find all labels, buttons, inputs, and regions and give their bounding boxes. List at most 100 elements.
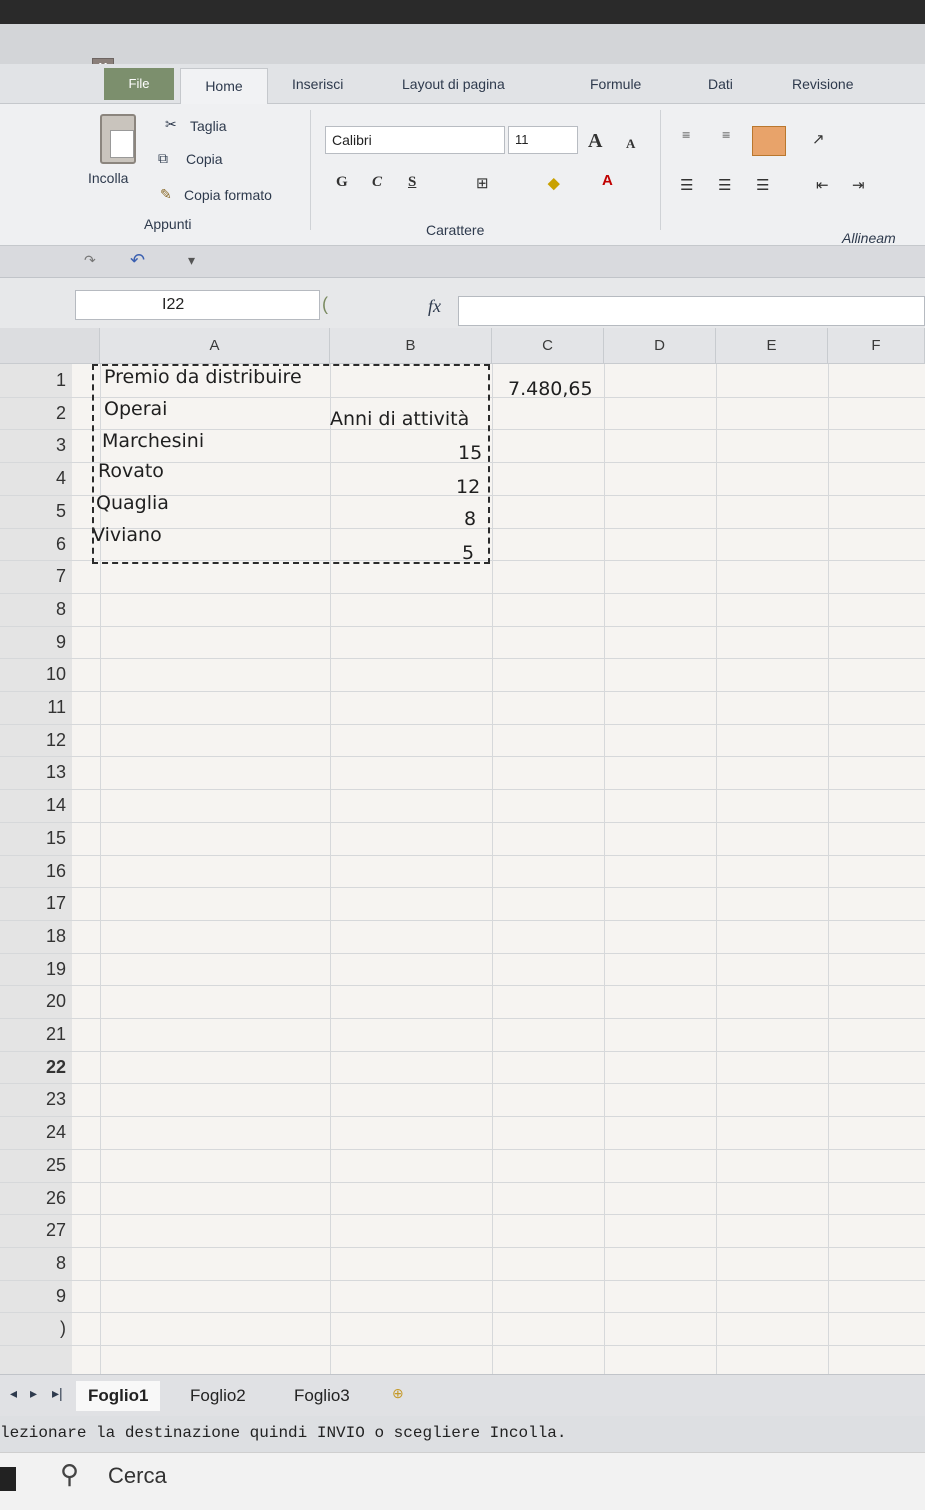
row-header[interactable]: 18 [0, 926, 72, 947]
scroll-prev-sheet-icon[interactable]: ◂ [10, 1385, 17, 1402]
row-header[interactable]: 8 [0, 1253, 72, 1274]
underline-button[interactable]: S [408, 174, 416, 191]
sheet-tab-foglio3[interactable]: Foglio3 [282, 1381, 362, 1411]
cancel-formula-icon[interactable]: ( [322, 294, 328, 315]
align-bottom-icon[interactable] [752, 126, 786, 156]
row-header[interactable]: 20 [0, 991, 72, 1012]
sheet-tab-foglio2[interactable]: Foglio2 [178, 1381, 258, 1411]
row-header[interactable]: 9 [0, 632, 72, 653]
row-header[interactable]: 12 [0, 730, 72, 751]
row-header[interactable]: 1 [0, 370, 72, 391]
insert-function-icon[interactable]: fx [428, 296, 441, 317]
alignment-group-label: Allineam [842, 230, 896, 246]
cut-icon[interactable]: ✂ [165, 116, 177, 133]
select-all-corner[interactable] [0, 328, 100, 364]
row-header[interactable]: ) [0, 1318, 72, 1339]
row-header[interactable]: 4 [0, 468, 72, 489]
row-header[interactable]: 19 [0, 959, 72, 980]
taskbar-search[interactable]: Cerca [108, 1463, 167, 1489]
row-header[interactable]: 16 [0, 861, 72, 882]
tab-dati[interactable]: Dati [708, 76, 733, 92]
name-box[interactable]: I22 [75, 290, 320, 320]
row-header[interactable]: 24 [0, 1122, 72, 1143]
excel-window: X File Home Inserisci Layout di pagina F… [0, 0, 925, 1510]
font-size-select[interactable]: 11 [508, 126, 578, 154]
column-header-a[interactable]: A [100, 328, 330, 364]
column-header-b[interactable]: B [330, 328, 492, 364]
redo-icon[interactable]: ↷ [84, 252, 96, 269]
tab-formule[interactable]: Formule [590, 76, 641, 92]
insert-sheet-icon[interactable]: ⊕ [392, 1385, 404, 1402]
column-header-c[interactable]: C [492, 328, 604, 364]
paste-icon[interactable] [100, 114, 136, 164]
format-painter-button[interactable]: Copia formato [184, 187, 272, 203]
scroll-last-sheet-icon[interactable]: ▸| [52, 1385, 63, 1402]
decrease-indent-icon[interactable]: ⇤ [816, 176, 829, 195]
fill-color-icon[interactable]: ◆ [548, 174, 560, 193]
align-left-icon[interactable]: ☰ [680, 176, 693, 195]
start-icon[interactable] [0, 1467, 16, 1491]
font-name-select[interactable]: Calibri [325, 126, 505, 154]
sheet-tab-foglio1[interactable]: Foglio1 [76, 1381, 161, 1411]
row-header[interactable]: 6 [0, 534, 72, 555]
row-gridline [0, 952, 925, 954]
orientation-icon[interactable]: ↗ [812, 130, 825, 149]
copy-button[interactable]: Copia [186, 151, 223, 167]
tab-revisione[interactable]: Revisione [792, 76, 853, 92]
align-top-icon[interactable]: ≡ [682, 128, 690, 145]
align-center-icon[interactable]: ☰ [718, 176, 731, 195]
borders-icon[interactable]: ⊞ [476, 174, 489, 193]
group-divider [660, 110, 661, 230]
copy-icon[interactable]: ⧉ [158, 150, 168, 167]
tab-file[interactable]: File [104, 68, 174, 100]
increase-indent-icon[interactable]: ⇥ [852, 176, 865, 195]
row-header[interactable]: 13 [0, 762, 72, 783]
formula-input[interactable] [458, 296, 925, 326]
row-header[interactable]: 27 [0, 1220, 72, 1241]
scroll-next-sheet-icon[interactable]: ▸ [30, 1385, 37, 1402]
column-header-d[interactable]: D [604, 328, 716, 364]
column-header-e[interactable]: E [716, 328, 828, 364]
row-header[interactable]: 21 [0, 1024, 72, 1045]
search-icon[interactable]: ⚲ [60, 1459, 79, 1490]
cell-c1[interactable]: 7.480,65 [508, 378, 593, 400]
row-gridline [0, 1312, 925, 1314]
row-header[interactable]: 2 [0, 403, 72, 424]
row-gridline [0, 1345, 925, 1346]
align-middle-icon[interactable]: ≡ [722, 128, 730, 145]
grow-font-icon[interactable]: A [588, 130, 602, 153]
row-header[interactable]: 23 [0, 1089, 72, 1110]
undo-icon[interactable]: ↶ [130, 250, 145, 271]
ribbon-tabs: File Home Inserisci Layout di pagina For… [0, 64, 925, 105]
tab-inserisci[interactable]: Inserisci [292, 76, 343, 92]
row-header[interactable]: 8 [0, 599, 72, 620]
column-header-f[interactable]: F [828, 328, 925, 364]
shrink-font-icon[interactable]: A [626, 136, 635, 152]
cut-button[interactable]: Taglia [190, 118, 227, 134]
row-header[interactable]: 7 [0, 566, 72, 587]
row-header[interactable]: 25 [0, 1155, 72, 1176]
row-header[interactable]: 11 [0, 697, 72, 718]
group-divider [310, 110, 311, 230]
customize-toolbar-icon[interactable]: ▾ [188, 252, 195, 269]
row-gridline [0, 1050, 925, 1052]
row-header[interactable]: 5 [0, 501, 72, 522]
row-header[interactable]: 17 [0, 893, 72, 914]
row-header[interactable]: 14 [0, 795, 72, 816]
tab-home[interactable]: Home [180, 68, 268, 105]
row-header[interactable]: 10 [0, 664, 72, 685]
italic-button[interactable]: C [372, 174, 382, 191]
row-gridline [0, 756, 925, 758]
align-right-icon[interactable]: ☰ [756, 176, 769, 195]
row-header[interactable]: 3 [0, 435, 72, 456]
font-color-icon[interactable]: A [602, 172, 613, 189]
paste-button[interactable]: Incolla [88, 170, 128, 186]
row-header[interactable]: 15 [0, 828, 72, 849]
format-painter-icon[interactable]: ✎ [160, 186, 172, 203]
row-header[interactable]: 9 [0, 1286, 72, 1307]
row-header[interactable]: 22 [0, 1057, 72, 1078]
bold-button[interactable]: G [336, 174, 348, 191]
tab-layout[interactable]: Layout di pagina [402, 76, 505, 92]
row-header[interactable]: 26 [0, 1188, 72, 1209]
row-gridline [0, 1018, 925, 1019]
